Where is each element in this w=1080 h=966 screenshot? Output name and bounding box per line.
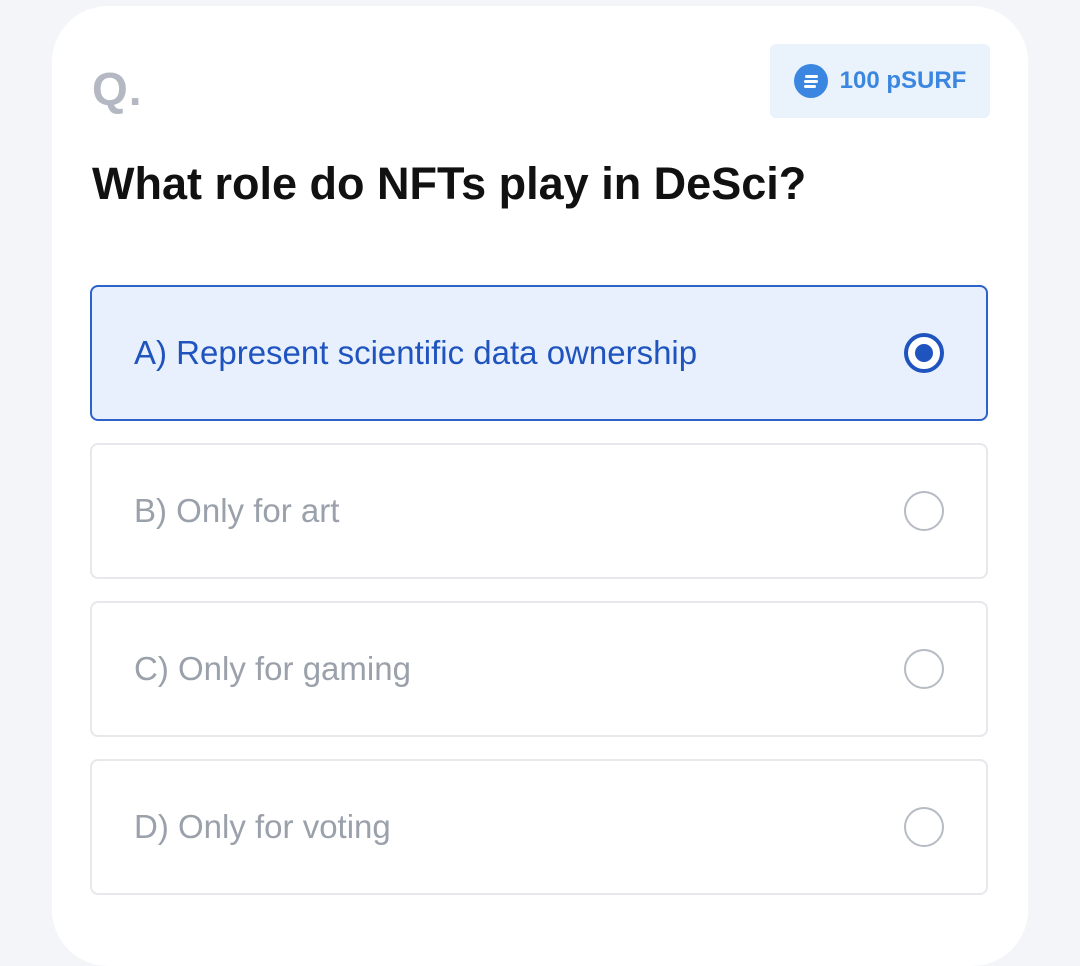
radio-icon[interactable] (904, 649, 944, 689)
option-label: C) Only for gaming (134, 650, 411, 687)
option-d[interactable]: D) Only for voting (90, 759, 988, 895)
radio-selected-icon[interactable] (904, 333, 944, 373)
option-b[interactable]: B) Only for art (90, 443, 988, 579)
option-a[interactable]: A) Represent scientific data ownership (90, 285, 988, 421)
coin-icon (793, 64, 828, 98)
quiz-card: Q. 100 pSURF What role do NFTs play in D… (52, 6, 1028, 966)
reward-amount: 100 pSURF (839, 67, 967, 94)
question-text: What role do NFTs play in DeSci? (92, 158, 807, 209)
option-c[interactable]: C) Only for gaming (90, 601, 988, 737)
radio-icon[interactable] (904, 807, 944, 847)
radio-icon[interactable] (904, 491, 944, 531)
option-label: D) Only for voting (134, 808, 391, 845)
option-label: A) Represent scientific data ownership (134, 334, 698, 371)
option-label: B) Only for art (134, 492, 340, 529)
reward-badge: 100 pSURF (770, 44, 990, 118)
question-prefix: Q. (92, 63, 143, 115)
